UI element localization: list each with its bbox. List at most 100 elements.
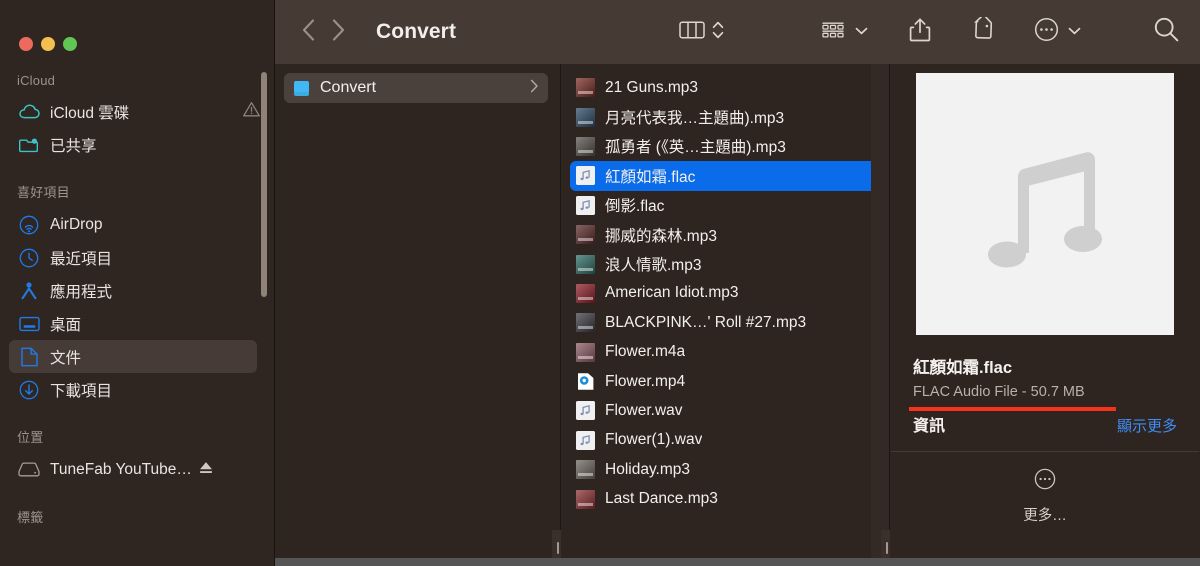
sidebar-item-airdrop[interactable]: AirDrop — [9, 208, 257, 241]
view-mode-control[interactable] — [679, 19, 724, 46]
sidebar-item-documents[interactable]: 文件 — [9, 340, 257, 373]
folder-name: Convert — [320, 79, 377, 96]
column-view-icon[interactable] — [679, 19, 705, 46]
file-name: Last Dance.mp3 — [605, 490, 718, 508]
navigation-buttons — [302, 18, 345, 46]
file-name: 孤勇者 (《英…主題曲).mp3 — [605, 139, 786, 157]
sidebar-item-recents[interactable]: 最近項目 — [9, 241, 257, 274]
search-button[interactable] — [1153, 16, 1180, 48]
album-art-thumbnail — [576, 283, 595, 303]
file-name: American Idiot.mp3 — [605, 284, 739, 302]
airdrop-icon — [18, 215, 40, 235]
file-row[interactable]: 21 Guns.mp3 — [570, 73, 877, 102]
preview-column: 紅顏如霜.flac FLAC Audio File - 50.7 MB 資訊 顯… — [890, 64, 1200, 566]
file-list-scrollbar[interactable] — [871, 64, 889, 566]
video-file-icon — [576, 372, 595, 391]
sidebar-item-label: AirDrop — [50, 215, 103, 233]
sidebar-item-desktop[interactable]: 桌面 — [9, 307, 257, 340]
music-note-file-icon — [576, 166, 595, 186]
file-row-selected[interactable]: 紅顏如霜.flac — [570, 161, 877, 191]
eject-icon[interactable] — [198, 460, 214, 480]
file-row[interactable]: 孤勇者 (《英…主題曲).mp3 — [570, 132, 877, 161]
sidebar-scroll-area: iCloud iCloud 雲碟 已共享 喜好項目 AirDrop 最近項目 應… — [0, 64, 275, 533]
file-row[interactable]: American Idiot.mp3 — [570, 279, 877, 308]
ellipsis-circle-icon — [1034, 468, 1056, 495]
file-name: 月亮代表我…主題曲).mp3 — [605, 110, 785, 128]
desktop-icon — [18, 314, 40, 334]
folder-row-convert[interactable]: Convert — [284, 73, 548, 103]
file-row[interactable]: Last Dance.mp3 — [570, 484, 877, 513]
minimize-window-button[interactable] — [41, 36, 55, 51]
sidebar-item-icloud-drive[interactable]: iCloud 雲碟 — [9, 95, 260, 128]
sidebar-item-label: 下載項目 — [50, 382, 113, 400]
group-items-control[interactable] — [820, 19, 868, 46]
file-list: 21 Guns.mp3 月亮代表我…主題曲).mp3 孤勇者 (《英…主題曲).mp… — [561, 73, 889, 514]
warning-triangle-icon[interactable] — [242, 100, 261, 123]
file-row[interactable]: BLACKPINK…' Roll #27.mp3 — [570, 308, 877, 337]
file-name: Flower(1).wav — [605, 431, 703, 449]
finder-window: iCloud iCloud 雲碟 已共享 喜好項目 AirDrop 最近項目 應… — [0, 0, 1200, 566]
up-down-chevron-icon[interactable] — [712, 19, 724, 46]
preview-file-name: 紅顏如霜.flac — [913, 359, 1013, 377]
chevron-down-icon[interactable] — [1068, 23, 1081, 41]
preview-artwork — [916, 73, 1174, 335]
group-items-icon[interactable] — [820, 19, 846, 46]
sidebar-item-label: TuneFab YouTube… — [50, 460, 192, 478]
toolbar: Convert — [275, 0, 1200, 64]
album-art-thumbnail — [576, 313, 595, 333]
forward-button[interactable] — [332, 18, 345, 46]
more-actions-control[interactable] — [1034, 17, 1081, 47]
file-name: Flower.mp4 — [605, 372, 686, 390]
file-row[interactable]: 月亮代表我…主題曲).mp3 — [570, 102, 877, 131]
traffic-lights — [0, 0, 275, 64]
sidebar-section-header-locations: 位置 — [17, 430, 44, 445]
show-more-link[interactable]: 顯示更多 — [1117, 415, 1177, 436]
file-row[interactable]: 挪威的森林.mp3 — [570, 220, 877, 249]
preview-info-label: 資訊 — [913, 418, 946, 435]
file-row[interactable]: Holiday.mp3 — [570, 455, 877, 484]
chevron-right-icon — [530, 79, 539, 98]
album-art-thumbnail — [576, 254, 595, 274]
sidebar-item-label: 最近項目 — [50, 250, 113, 268]
sidebar-item-label: 已共享 — [50, 137, 97, 155]
music-note-icon — [986, 136, 1104, 273]
sidebar-item-downloads[interactable]: 下載項目 — [9, 373, 257, 406]
album-art-thumbnail — [576, 107, 595, 127]
file-row[interactable]: 倒影.flac — [570, 191, 877, 220]
sidebar-item-applications[interactable]: 應用程式 — [9, 274, 257, 307]
folder-icon — [294, 80, 309, 96]
file-row[interactable]: Flower.mp4 — [570, 367, 877, 396]
sidebar-item-shared[interactable]: 已共享 — [9, 128, 257, 161]
maximize-window-button[interactable] — [63, 36, 77, 51]
music-note-file-icon — [576, 401, 595, 421]
external-drive-icon — [18, 460, 40, 480]
sidebar-item-tunefab-drive[interactable]: TuneFab YouTube… — [9, 453, 257, 486]
close-window-button[interactable] — [19, 36, 33, 51]
back-button[interactable] — [302, 18, 315, 46]
sidebar-scrollbar[interactable] — [261, 72, 267, 297]
file-name: Flower.wav — [605, 401, 683, 419]
file-row[interactable]: 浪人情歌.mp3 — [570, 249, 877, 278]
chevron-down-icon[interactable] — [855, 23, 868, 41]
share-button[interactable] — [908, 17, 932, 48]
sidebar-item-label: 文件 — [50, 349, 82, 367]
file-name: 紅顏如霜.flac — [605, 168, 696, 186]
file-name: Flower.m4a — [605, 343, 686, 361]
file-row[interactable]: Flower.wav — [570, 396, 877, 425]
tag-button[interactable] — [970, 14, 996, 48]
file-row[interactable]: Flower.m4a — [570, 338, 877, 367]
main-area: Convert Convert 21 Guns.mp3 月亮代表我…主題曲).m… — [275, 0, 1200, 566]
file-row[interactable]: Flower(1).wav — [570, 426, 877, 455]
document-icon — [18, 347, 40, 367]
sidebar: iCloud iCloud 雲碟 已共享 喜好項目 AirDrop 最近項目 應… — [0, 0, 275, 566]
file-column: 21 Guns.mp3 月亮代表我…主題曲).mp3 孤勇者 (《英…主題曲).mp… — [561, 64, 889, 566]
sidebar-item-label: 應用程式 — [50, 283, 113, 301]
downloads-icon — [18, 380, 40, 400]
file-name: BLACKPINK…' Roll #27.mp3 — [605, 313, 807, 331]
file-name: 浪人情歌.mp3 — [605, 257, 702, 275]
preview-more-button[interactable]: 更多… — [890, 452, 1200, 566]
ellipsis-circle-icon[interactable] — [1034, 17, 1059, 47]
